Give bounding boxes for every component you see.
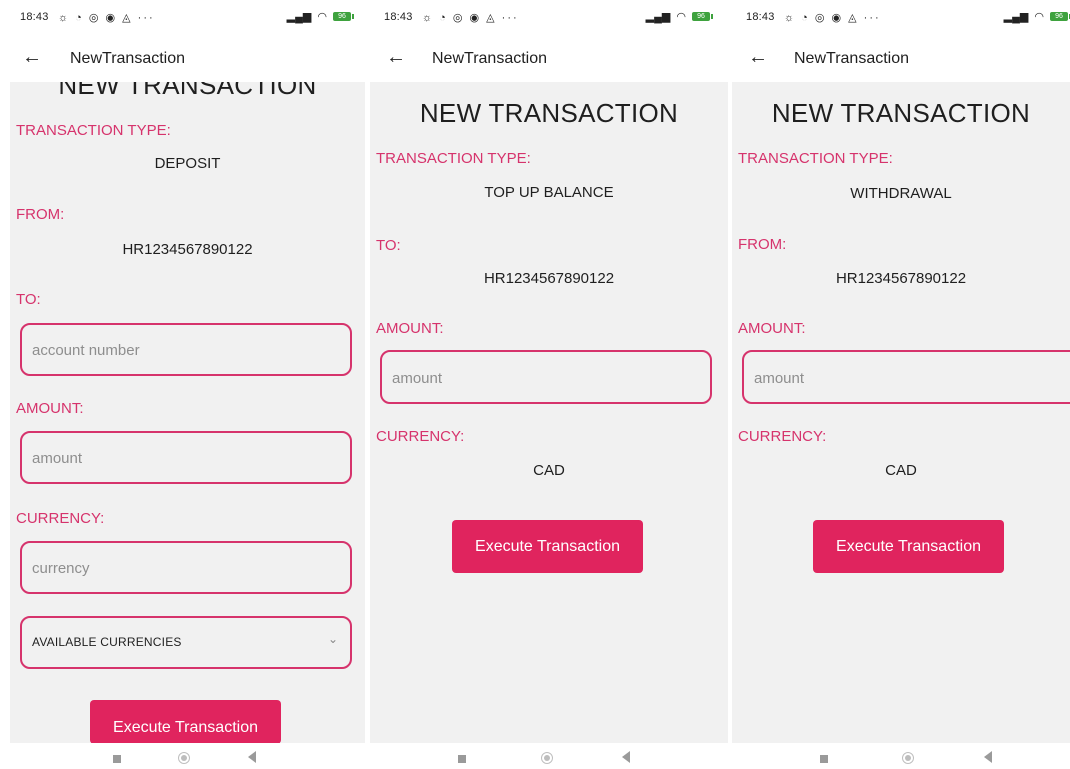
app-title: NewTransaction [432,50,548,67]
execute-transaction-button[interactable]: Execute Transaction [452,520,643,573]
status-time: 18:43 [384,11,413,23]
currency-value: CAD [533,462,565,479]
status-time: 18:43 [20,11,49,23]
execute-transaction-button[interactable]: Execute Transaction [90,700,281,743]
to-label: TO: [376,237,401,254]
app-title: NewTransaction [794,50,910,67]
amount-input[interactable]: amount [742,350,1070,404]
signal-icon: ▂▄▆ [1003,11,1029,23]
app-bar: ← NewTransaction [732,36,1070,82]
app-bar: ← NewTransaction [0,36,365,82]
back-arrow-icon[interactable]: ← [22,46,42,69]
battery-icon: 96 [333,12,354,21]
status-bar: 18:43 ☼ ◔ ◎ ◉ ◬ ··· ▂▄▆ ◠ 96 [732,0,1070,36]
nav-back-icon[interactable] [984,751,992,763]
form-heading: NEW TRANSACTION [771,98,1031,128]
signal-icon: ▂▄▆ [645,11,671,23]
form-content[interactable]: NEW TRANSACTION TRANSACTION TYPE: DEPOSI… [10,82,365,743]
recents-icon[interactable] [458,755,466,763]
amount-input[interactable]: amount [20,431,352,484]
signal-icon: ▂▄▆ [286,11,312,23]
phone-screen-withdrawal: 18:43 ☼ ◔ ◎ ◉ ◬ ··· ▂▄▆ ◠ 96 ← NewTransa… [732,0,1070,769]
from-value: HR1234567890122 [835,270,967,287]
nav-back-icon[interactable] [622,751,630,763]
app-bar: ← NewTransaction [370,36,728,82]
amount-label: AMOUNT: [376,320,444,337]
currency-label: CURRENCY: [16,510,105,527]
wifi-icon: ◠ [676,11,686,23]
transaction-type-value: TOP UP BALANCE [484,184,614,201]
recents-icon[interactable] [113,755,121,763]
nav-back-icon[interactable] [248,751,256,763]
transaction-type-label: TRANSACTION TYPE: [16,122,171,139]
currency-label: CURRENCY: [376,428,465,445]
amount-label: AMOUNT: [738,320,806,337]
status-bar: 18:43 ☼ ◔ ◎ ◉ ◬ ··· ▂▄▆ ◠ 96 [0,0,365,36]
transaction-type-value: DEPOSIT [154,155,221,172]
notification-icons: ☼ ◔ ◎ ◉ ◬ ··· [422,12,519,24]
to-value: HR1234567890122 [483,270,615,287]
status-right: ▂▄▆ ◠ 96 [1003,10,1070,23]
amount-placeholder: amount [392,370,443,387]
amount-label: AMOUNT: [16,400,84,417]
chevron-down-icon: ⌄ [327,632,338,646]
currency-input[interactable]: currency [20,541,352,594]
available-currencies-text: AVAILABLE CURRENCIES [32,635,182,649]
account-number-input[interactable]: account number [20,323,352,376]
back-arrow-icon[interactable]: ← [748,46,768,69]
available-currencies-select[interactable]: AVAILABLE CURRENCIES ⌄ [20,616,352,669]
form-content[interactable]: NEW TRANSACTION TRANSACTION TYPE: TOP UP… [370,82,728,743]
transaction-type-value: WITHDRAWAL [850,185,952,202]
to-label: TO: [16,291,41,308]
from-value: HR1234567890122 [122,241,253,258]
back-arrow-icon[interactable]: ← [386,46,406,69]
amount-input[interactable]: amount [380,350,712,404]
amount-placeholder: amount [32,450,83,467]
from-label: FROM: [16,206,65,223]
system-nav-bar [370,743,728,769]
wifi-icon: ◠ [317,11,327,23]
notification-icons: ☼ ◔ ◎ ◉ ◬ ··· [58,12,155,24]
app-title: NewTransaction [70,50,186,67]
system-nav-bar [0,743,365,769]
currency-placeholder: currency [32,560,90,577]
amount-placeholder: amount [754,370,805,387]
phone-screen-top-up: 18:43 ☼ ◔ ◎ ◉ ◬ ··· ▂▄▆ ◠ 96 ← NewTransa… [370,0,728,769]
execute-transaction-button[interactable]: Execute Transaction [813,520,1004,573]
recents-icon[interactable] [820,755,828,763]
status-right: ▂▄▆ ◠ 96 [286,10,354,23]
home-icon[interactable] [541,752,553,764]
wifi-icon: ◠ [1034,11,1044,23]
transaction-type-label: TRANSACTION TYPE: [738,150,893,167]
system-nav-bar [732,743,1070,769]
home-icon[interactable] [178,752,190,764]
form-heading: NEW TRANSACTION [419,98,679,128]
status-right: ▂▄▆ ◠ 96 [645,10,713,23]
form-content[interactable]: NEW TRANSACTION TRANSACTION TYPE: WITHDR… [732,82,1070,743]
battery-icon: 96 [692,12,713,21]
notification-icons: ☼ ◔ ◎ ◉ ◬ ··· [784,12,881,24]
home-icon[interactable] [902,752,914,764]
status-bar: 18:43 ☼ ◔ ◎ ◉ ◬ ··· ▂▄▆ ◠ 96 [370,0,728,36]
form-heading: NEW TRANSACTION [58,82,317,100]
from-label: FROM: [738,236,787,253]
status-time: 18:43 [746,11,775,23]
battery-icon: 96 [1050,12,1070,21]
phone-screen-deposit: 18:43 ☼ ◔ ◎ ◉ ◬ ··· ▂▄▆ ◠ 96 ← NewTransa… [0,0,365,769]
currency-label: CURRENCY: [738,428,827,445]
transaction-type-label: TRANSACTION TYPE: [376,150,531,167]
currency-value: CAD [885,462,917,479]
account-number-placeholder: account number [32,342,140,359]
